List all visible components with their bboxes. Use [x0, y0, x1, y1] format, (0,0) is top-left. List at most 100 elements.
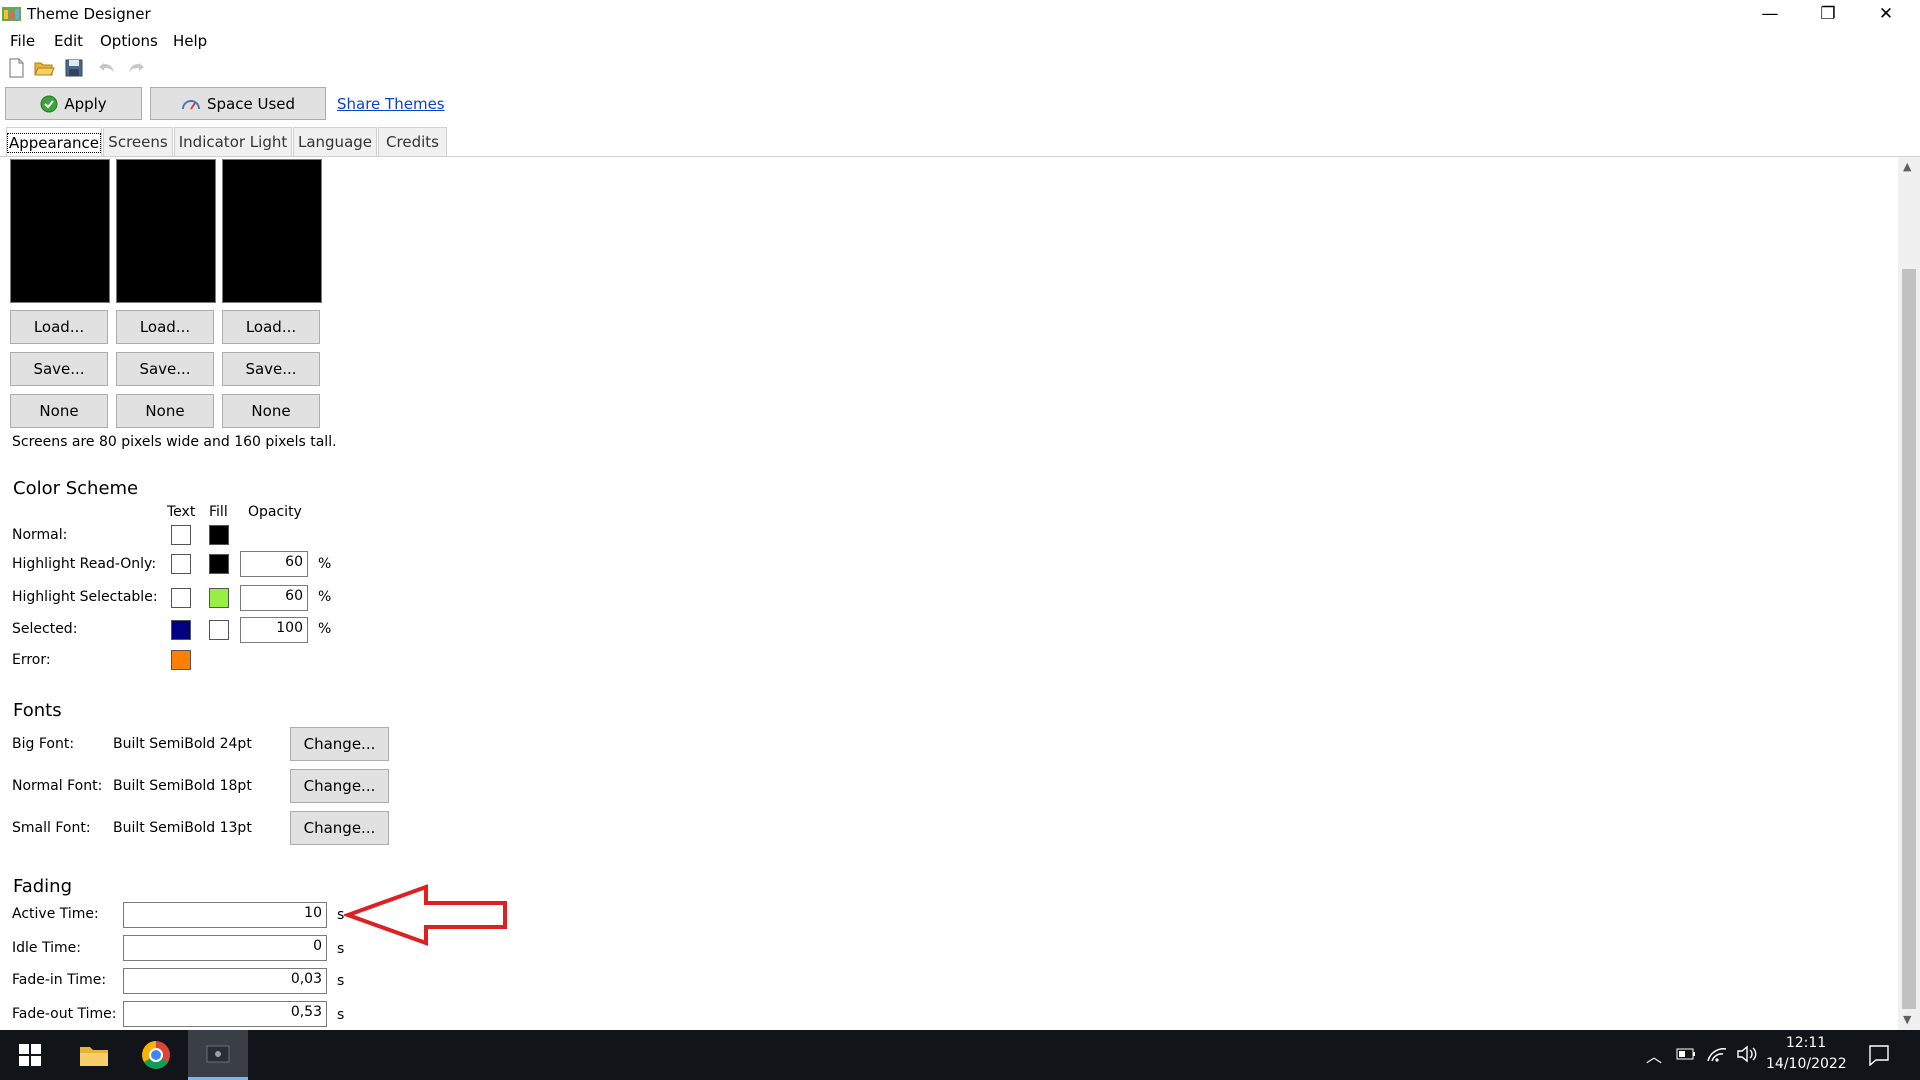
none-button-1[interactable]: None: [10, 394, 108, 428]
save-button-1[interactable]: Save...: [10, 352, 108, 386]
tab-appearance-label: Appearance: [6, 132, 102, 153]
open-folder-icon[interactable]: [32, 56, 56, 80]
tab-screens-label: Screens: [108, 133, 168, 151]
highlight-selectable-text-swatch[interactable]: [171, 588, 191, 608]
highlight-selectable-label: Highlight Selectable:: [12, 589, 158, 605]
scroll-down-icon[interactable]: ▼: [1903, 1013, 1911, 1026]
selected-text-swatch[interactable]: [171, 620, 191, 640]
share-themes-link[interactable]: Share Themes: [337, 95, 445, 113]
big-font-change-button[interactable]: Change...: [290, 727, 389, 761]
active-time-input[interactable]: 10: [123, 902, 327, 928]
none-button-3[interactable]: None: [222, 394, 320, 428]
big-font-value: Built SemiBold 24pt: [113, 736, 252, 752]
space-used-button[interactable]: Space Used: [150, 87, 326, 120]
start-button[interactable]: [0, 1030, 60, 1080]
tab-language-label: Language: [297, 133, 373, 151]
tab-screens[interactable]: Screens: [103, 127, 173, 156]
highlight-readonly-opacity-input[interactable]: 60: [240, 551, 308, 577]
selected-fill-swatch[interactable]: [209, 620, 229, 640]
selected-percent: %: [318, 621, 332, 637]
annotation-arrow-icon: [344, 884, 507, 946]
taskbar-file-explorer[interactable]: [64, 1030, 124, 1080]
menu-help[interactable]: Help: [173, 32, 207, 50]
save-button-3[interactable]: Save...: [222, 352, 320, 386]
selected-opacity-input[interactable]: 100: [240, 617, 308, 643]
screen-preview-2: [116, 159, 216, 303]
notifications-icon[interactable]: [1868, 1044, 1890, 1066]
check-circle-icon: [40, 95, 58, 112]
none-button-2[interactable]: None: [116, 394, 214, 428]
volume-icon[interactable]: [1736, 1045, 1758, 1063]
save-button-2[interactable]: Save...: [116, 352, 214, 386]
battery-icon[interactable]: [1676, 1047, 1696, 1061]
theme-designer-taskbar-icon: [206, 1045, 230, 1062]
window-title: Theme Designer: [27, 5, 151, 23]
highlight-readonly-text-swatch[interactable]: [171, 554, 191, 574]
col-fill-header: Fill: [209, 504, 228, 520]
windows-logo-icon: [19, 1044, 41, 1066]
normal-text-swatch[interactable]: [171, 525, 191, 545]
highlight-selectable-opacity-input[interactable]: 60: [240, 585, 308, 611]
wifi-icon[interactable]: [1706, 1045, 1728, 1063]
menu-edit[interactable]: Edit: [54, 32, 83, 50]
taskbar-theme-designer[interactable]: [188, 1030, 248, 1080]
apply-button[interactable]: Apply: [5, 87, 142, 120]
fade-in-time-input[interactable]: 0,03: [123, 968, 327, 994]
tab-divider: [0, 156, 1920, 157]
tray-chevron-icon[interactable]: ︿: [1646, 1043, 1662, 1067]
highlight-readonly-fill-swatch[interactable]: [209, 554, 229, 574]
highlight-selectable-percent: %: [318, 589, 332, 605]
restore-button[interactable]: ❐: [1799, 0, 1857, 29]
screen-preview-1: [10, 159, 110, 303]
menu-file[interactable]: File: [10, 32, 35, 50]
new-file-icon[interactable]: [4, 56, 28, 80]
load-button-2[interactable]: Load...: [116, 310, 214, 344]
taskbar-chrome[interactable]: [126, 1030, 186, 1080]
normal-fill-swatch[interactable]: [209, 525, 229, 545]
load-button-3[interactable]: Load...: [222, 310, 320, 344]
clock-date[interactable]: 14/10/2022: [1766, 1056, 1847, 1072]
normal-font-change-button[interactable]: Change...: [290, 769, 389, 803]
fade-in-time-label: Fade-in Time:: [12, 972, 107, 988]
load-button-1[interactable]: Load...: [10, 310, 108, 344]
screen-preview-3: [222, 159, 322, 303]
highlight-readonly-percent: %: [318, 556, 332, 572]
save-icon[interactable]: [62, 56, 86, 80]
tab-appearance[interactable]: Appearance: [6, 127, 102, 157]
highlight-readonly-label: Highlight Read-Only:: [12, 556, 157, 572]
app-icon: [2, 7, 21, 21]
menu-bar: File Edit Options Help: [0, 29, 1920, 54]
screens-size-note: Screens are 80 pixels wide and 160 pixel…: [12, 434, 337, 450]
close-button[interactable]: ✕: [1857, 0, 1915, 29]
tab-credits[interactable]: Credits: [378, 127, 447, 156]
fading-heading: Fading: [13, 876, 72, 897]
gauge-icon: [181, 99, 200, 110]
fade-in-time-unit: s: [337, 973, 345, 989]
minimize-button[interactable]: —: [1741, 0, 1799, 29]
normal-label: Normal:: [12, 527, 68, 543]
menu-options[interactable]: Options: [100, 32, 158, 50]
tab-indicator-light[interactable]: Indicator Light: [174, 127, 292, 156]
vertical-scrollbar[interactable]: ▲ ▼: [1898, 157, 1920, 1030]
clock-time[interactable]: 12:11: [1766, 1035, 1846, 1051]
normal-font-label: Normal Font:: [12, 778, 103, 794]
tab-language[interactable]: Language: [293, 127, 377, 156]
big-font-label: Big Font:: [12, 736, 75, 752]
title-bar: Theme Designer — ❐ ✕: [0, 0, 1920, 29]
redo-icon[interactable]: [124, 56, 148, 80]
scroll-thumb[interactable]: [1902, 269, 1916, 1009]
error-text-swatch[interactable]: [171, 650, 191, 670]
small-font-change-button[interactable]: Change...: [290, 811, 389, 845]
active-time-label: Active Time:: [12, 906, 99, 922]
fade-out-time-input[interactable]: 0,53: [123, 1001, 327, 1027]
tab-credits-label: Credits: [386, 133, 439, 151]
error-label: Error:: [12, 652, 51, 668]
idle-time-label: Idle Time:: [12, 940, 81, 956]
undo-icon[interactable]: [95, 56, 119, 80]
folder-icon: [80, 1047, 108, 1066]
apply-label: Apply: [64, 94, 107, 113]
scroll-up-icon[interactable]: ▲: [1903, 160, 1911, 173]
fade-out-time-label: Fade-out Time:: [12, 1006, 117, 1022]
highlight-selectable-fill-swatch[interactable]: [209, 588, 229, 608]
idle-time-input[interactable]: 0: [123, 935, 327, 961]
